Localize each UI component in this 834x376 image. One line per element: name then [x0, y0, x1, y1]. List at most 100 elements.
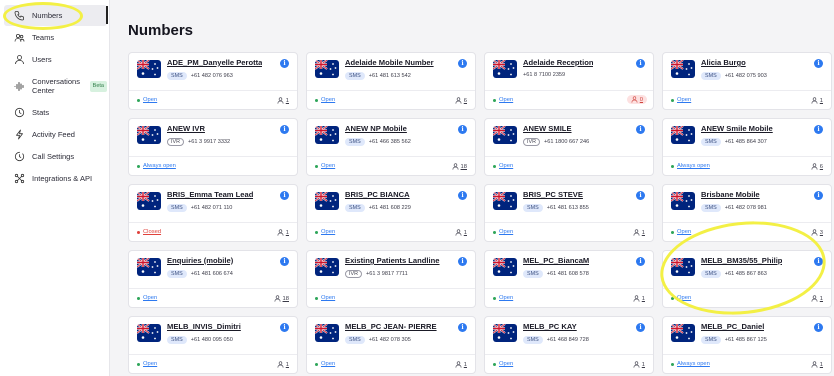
- number-card[interactable]: Enquiries (mobile) i SMS +61 481 606 674 Ope…: [128, 250, 298, 308]
- status-link[interactable]: Open: [137, 97, 157, 103]
- status-link[interactable]: Always open: [671, 163, 710, 169]
- status-link[interactable]: Open: [671, 295, 691, 301]
- sidebar-item-activity-feed[interactable]: Activity Feed: [4, 124, 107, 145]
- status-link[interactable]: Open: [671, 229, 691, 235]
- number-card[interactable]: MELB_PC JEAN- PIERRE i SMS +61 482 078 305 O…: [306, 316, 476, 374]
- info-icon[interactable]: i: [636, 257, 645, 266]
- info-icon[interactable]: i: [636, 125, 645, 134]
- status-link[interactable]: Open: [137, 295, 157, 301]
- number-card[interactable]: ANEW NP Mobile i SMS +61 466 385 562 Open 18: [306, 118, 476, 176]
- sidebar-item-integrations-api[interactable]: Integrations & API: [4, 168, 107, 189]
- number-card[interactable]: Existing Patients Landline i IVR +61 3 9817…: [306, 250, 476, 308]
- info-icon[interactable]: i: [814, 59, 823, 68]
- status-link[interactable]: Open: [493, 229, 513, 235]
- number-name-link[interactable]: Alicia Burgo: [701, 58, 746, 67]
- sidebar-item-numbers[interactable]: Numbers: [4, 5, 107, 26]
- sidebar-item-teams[interactable]: Teams: [4, 27, 107, 48]
- info-icon[interactable]: i: [458, 125, 467, 134]
- number-card[interactable]: ADE_PM_Danyelle Perotta i SMS +61 482 076 9…: [128, 52, 298, 110]
- info-icon[interactable]: i: [814, 191, 823, 200]
- info-icon[interactable]: i: [636, 323, 645, 332]
- number-card[interactable]: BRIS_PC BIANCA i SMS +61 481 608 229 Open 1: [306, 184, 476, 242]
- users-count-link[interactable]: 18: [274, 295, 289, 302]
- number-name-link[interactable]: MELB_BM35/55_Philip: [701, 256, 782, 265]
- status-link[interactable]: Closed: [137, 229, 161, 235]
- status-link[interactable]: Open: [315, 97, 335, 103]
- status-link[interactable]: Open: [315, 361, 335, 367]
- number-card[interactable]: MEL_PC_BiancaM i SMS +61 481 608 578 Open 1: [484, 250, 654, 308]
- number-name-link[interactable]: Brisbane Mobile: [701, 190, 760, 199]
- status-link[interactable]: Open: [315, 163, 335, 169]
- status-link[interactable]: Open: [315, 229, 335, 235]
- users-count-link[interactable]: 1: [277, 361, 289, 368]
- number-card[interactable]: MELB_INVIS_Dimitri i SMS +61 480 095 050 Ope…: [128, 316, 298, 374]
- info-icon[interactable]: i: [280, 191, 289, 200]
- users-count-link[interactable]: 1: [633, 229, 645, 236]
- number-card[interactable]: Adelaide Mobile Number i SMS +61 481 613 54…: [306, 52, 476, 110]
- number-name-link[interactable]: Adelaide Mobile Number: [345, 58, 434, 67]
- users-count-link[interactable]: 1: [455, 361, 467, 368]
- users-count-link[interactable]: 1: [455, 229, 467, 236]
- sidebar-item-stats[interactable]: Stats: [4, 102, 107, 123]
- info-icon[interactable]: i: [280, 257, 289, 266]
- number-card[interactable]: Brisbane Mobile i SMS +61 482 078 981 Open 3: [662, 184, 832, 242]
- users-count-link[interactable]: 1: [633, 361, 645, 368]
- sidebar-item-users[interactable]: Users: [4, 49, 107, 70]
- users-count-link[interactable]: 1: [811, 295, 823, 302]
- info-icon[interactable]: i: [458, 191, 467, 200]
- number-card[interactable]: ANEW IVR i IVR +61 3 9917 3332 Always open: [128, 118, 298, 176]
- number-card[interactable]: Adelaide Reception i +61 8 7100 2359 Open 0: [484, 52, 654, 110]
- status-link[interactable]: Open: [493, 97, 513, 103]
- number-name-link[interactable]: Adelaide Reception: [523, 58, 593, 67]
- number-name-link[interactable]: MELB_PC KAY: [523, 322, 577, 331]
- info-icon[interactable]: i: [280, 323, 289, 332]
- info-icon[interactable]: i: [280, 59, 289, 68]
- number-name-link[interactable]: ANEW IVR: [167, 124, 205, 133]
- status-link[interactable]: Open: [493, 361, 513, 367]
- number-name-link[interactable]: MELB_PC_Daniel: [701, 322, 764, 331]
- number-card[interactable]: MELB_PC KAY i SMS +61 468 849 728 Open 1: [484, 316, 654, 374]
- number-name-link[interactable]: ANEW SMILE: [523, 124, 572, 133]
- number-name-link[interactable]: BRIS_PC STEVE: [523, 190, 583, 199]
- number-name-link[interactable]: Existing Patients Landline: [345, 256, 440, 265]
- number-name-link[interactable]: BRIS_PC BIANCA: [345, 190, 410, 199]
- info-icon[interactable]: i: [814, 257, 823, 266]
- sidebar-item-call-settings[interactable]: Call Settings: [4, 146, 107, 167]
- number-card[interactable]: BRIS_PC STEVE i SMS +61 481 613 855 Open 1: [484, 184, 654, 242]
- info-icon[interactable]: i: [458, 59, 467, 68]
- number-card[interactable]: ANEW Smile Mobile i SMS +61 485 864 307 Alwa…: [662, 118, 832, 176]
- number-name-link[interactable]: ANEW NP Mobile: [345, 124, 407, 133]
- info-icon[interactable]: i: [458, 257, 467, 266]
- status-link[interactable]: Open: [137, 361, 157, 367]
- number-card[interactable]: Alicia Burgo i SMS +61 482 075 903 Open 1: [662, 52, 832, 110]
- status-link[interactable]: Always open: [137, 163, 176, 169]
- number-name-link[interactable]: ANEW Smile Mobile: [701, 124, 773, 133]
- users-count-link[interactable]: 1: [277, 97, 289, 104]
- status-link[interactable]: Open: [671, 97, 691, 103]
- users-count-link[interactable]: 6: [455, 97, 467, 104]
- sidebar-item-conversations-center[interactable]: Conversations Center Beta: [4, 71, 107, 101]
- users-count-link[interactable]: 18: [452, 163, 467, 170]
- users-count-link[interactable]: 1: [811, 97, 823, 104]
- number-name-link[interactable]: Enquiries (mobile): [167, 256, 233, 265]
- info-icon[interactable]: i: [814, 323, 823, 332]
- info-icon[interactable]: i: [814, 125, 823, 134]
- status-link[interactable]: Always open: [671, 361, 710, 367]
- number-name-link[interactable]: MEL_PC_BiancaM: [523, 256, 589, 265]
- users-count-link[interactable]: 1: [633, 295, 645, 302]
- number-card[interactable]: ANEW SMILE i IVR +61 1800 667 246 Open: [484, 118, 654, 176]
- users-count-link[interactable]: 1: [277, 229, 289, 236]
- number-name-link[interactable]: MELB_INVIS_Dimitri: [167, 322, 241, 331]
- number-card[interactable]: MELB_PC_Daniel i SMS +61 485 867 125 Always …: [662, 316, 832, 374]
- number-name-link[interactable]: BRIS_Emma Team Lead: [167, 190, 253, 199]
- number-card[interactable]: BRIS_Emma Team Lead i SMS +61 482 071 110 Cl…: [128, 184, 298, 242]
- info-icon[interactable]: i: [280, 125, 289, 134]
- status-link[interactable]: Open: [315, 295, 335, 301]
- number-name-link[interactable]: ADE_PM_Danyelle Perotta: [167, 58, 262, 67]
- users-count-link[interactable]: 6: [811, 163, 823, 170]
- info-icon[interactable]: i: [636, 191, 645, 200]
- status-link[interactable]: Open: [493, 163, 513, 169]
- number-name-link[interactable]: MELB_PC JEAN- PIERRE: [345, 322, 437, 331]
- info-icon[interactable]: i: [636, 59, 645, 68]
- info-icon[interactable]: i: [458, 323, 467, 332]
